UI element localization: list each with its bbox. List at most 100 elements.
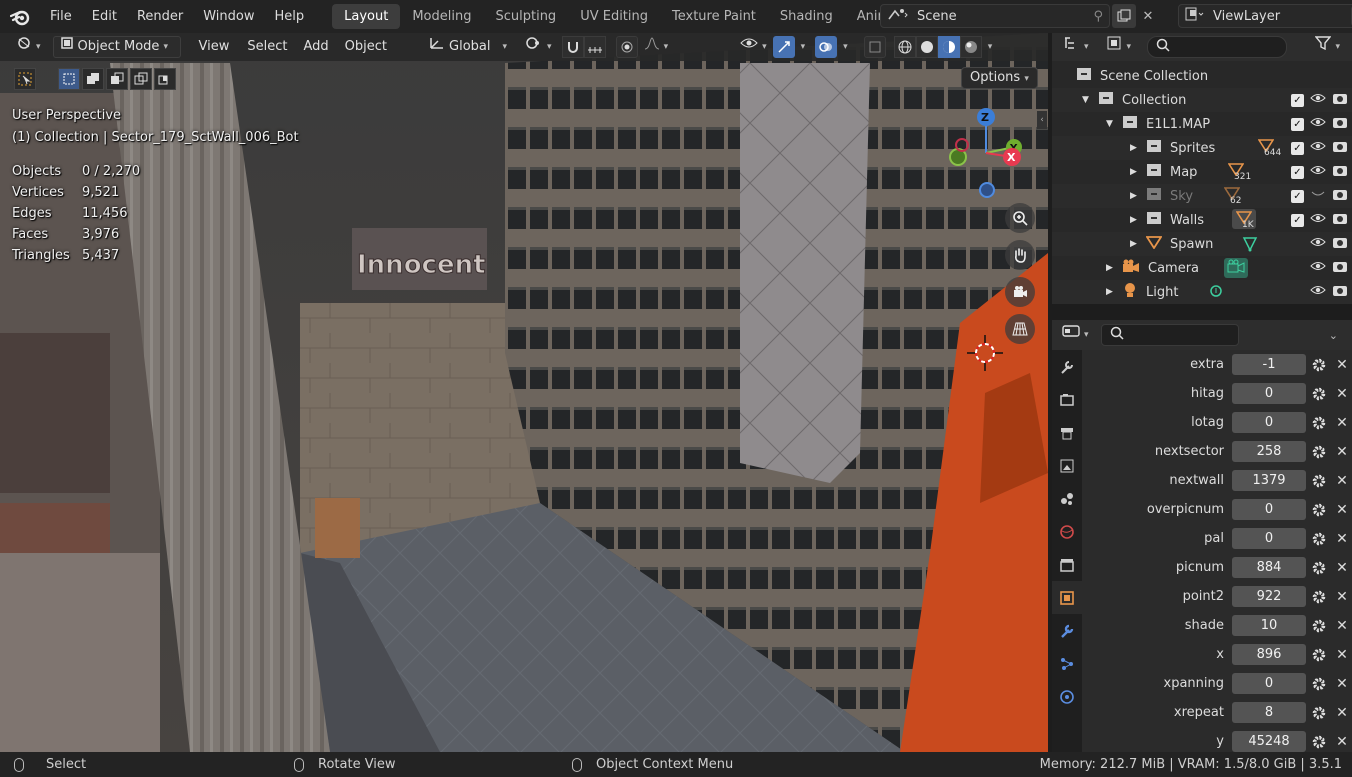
property-value-field[interactable]: 0 <box>1232 528 1306 549</box>
remove-property-icon[interactable]: ✕ <box>1332 618 1352 634</box>
select-subtract-icon[interactable] <box>106 68 128 90</box>
tool-tab-icon[interactable] <box>1052 350 1082 383</box>
tree-row-spawn[interactable]: ▶ Spawn <box>1052 232 1352 256</box>
scene-tab-icon[interactable] <box>1052 482 1082 515</box>
exclude-checkbox[interactable]: ✓ <box>1291 117 1304 131</box>
remove-property-icon[interactable]: ✕ <box>1332 444 1352 460</box>
camera-view-icon[interactable] <box>1005 277 1035 307</box>
menu-add[interactable]: Add <box>298 36 335 58</box>
property-value-field[interactable]: 884 <box>1232 557 1306 578</box>
eye-icon[interactable] <box>1310 116 1326 132</box>
gear-icon[interactable] <box>1306 357 1332 373</box>
eye-icon[interactable] <box>1310 236 1326 252</box>
physics-tab-icon[interactable] <box>1052 680 1082 713</box>
expand-arrow-icon[interactable]: ▼ <box>1106 119 1122 129</box>
gear-icon[interactable] <box>1306 444 1332 460</box>
property-value-field[interactable]: 10 <box>1232 615 1306 636</box>
3d-viewport[interactable]: Innocent ▾ Object Mode ▾ View Select Add… <box>0 33 1048 752</box>
tab-uv-editing[interactable]: UV Editing <box>568 4 660 29</box>
pivot-dropdown[interactable]: ▾ <box>519 36 558 58</box>
zoom-icon[interactable] <box>1005 203 1035 233</box>
camera-render-icon[interactable] <box>1332 259 1348 277</box>
properties-editor-type[interactable]: ▾ <box>1058 324 1093 346</box>
property-value-field[interactable]: -1 <box>1232 354 1306 375</box>
gear-icon[interactable] <box>1306 618 1332 634</box>
blender-logo-icon[interactable] <box>0 0 40 33</box>
remove-property-icon[interactable]: ✕ <box>1332 589 1352 605</box>
expand-arrow-icon[interactable]: ▶ <box>1130 167 1146 177</box>
gear-icon[interactable] <box>1306 705 1332 721</box>
expand-arrow-icon[interactable]: ▼ <box>1082 95 1098 105</box>
particles-tab-icon[interactable] <box>1052 647 1082 680</box>
eye-icon[interactable] <box>1310 92 1326 108</box>
pan-hand-icon[interactable] <box>1005 240 1035 270</box>
modifier-tab-icon[interactable] <box>1052 614 1082 647</box>
camera-render-icon[interactable] <box>1332 283 1348 301</box>
sidebar-toggle-icon[interactable]: ‹ <box>1037 111 1047 129</box>
tree-row-sprites[interactable]: ▶ Sprites 644 ✓ <box>1052 136 1352 160</box>
object-tab-icon[interactable] <box>1052 581 1082 614</box>
chevron-down-icon[interactable]: ▾ <box>982 36 999 58</box>
gear-icon[interactable] <box>1306 473 1332 489</box>
tab-modeling[interactable]: Modeling <box>400 4 483 29</box>
delete-scene-icon[interactable]: ✕ <box>1136 4 1160 28</box>
property-value-field[interactable]: 1379 <box>1232 470 1306 491</box>
remove-property-icon[interactable]: ✕ <box>1332 734 1352 750</box>
chevron-down-icon[interactable]: ⌄ <box>1329 329 1338 342</box>
navigation-gizmo[interactable]: Z Y X <box>944 105 1034 205</box>
tree-row-light[interactable]: ▶ Light <box>1052 280 1352 304</box>
camera-render-icon[interactable] <box>1332 115 1348 133</box>
expand-arrow-icon[interactable]: ▶ <box>1130 239 1146 249</box>
remove-property-icon[interactable]: ✕ <box>1332 560 1352 576</box>
property-value-field[interactable]: 0 <box>1232 412 1306 433</box>
snap-target-icon[interactable] <box>583 36 606 58</box>
select-new-icon[interactable] <box>58 68 80 90</box>
remove-property-icon[interactable]: ✕ <box>1332 473 1352 489</box>
gear-icon[interactable] <box>1306 734 1332 750</box>
gear-icon[interactable] <box>1306 531 1332 547</box>
eye-icon[interactable] <box>1310 260 1326 276</box>
gear-icon[interactable] <box>1306 386 1332 402</box>
expand-arrow-icon[interactable]: ▶ <box>1130 215 1146 225</box>
remove-property-icon[interactable]: ✕ <box>1332 502 1352 518</box>
display-mode-dropdown[interactable]: ▾ <box>1101 36 1138 58</box>
property-value-field[interactable]: 0 <box>1232 499 1306 520</box>
gear-icon[interactable] <box>1306 415 1332 431</box>
exclude-checkbox[interactable]: ✓ <box>1291 93 1304 107</box>
snap-toggle-icon[interactable] <box>561 36 584 58</box>
material-shading-icon[interactable] <box>937 36 960 58</box>
gear-icon[interactable] <box>1306 560 1332 576</box>
new-scene-icon[interactable] <box>1112 4 1136 28</box>
output-tab-icon[interactable] <box>1052 416 1082 449</box>
remove-property-icon[interactable]: ✕ <box>1332 647 1352 663</box>
tree-row-scene-collection[interactable]: Scene Collection <box>1052 64 1352 88</box>
outliner-editor-type[interactable]: ▾ <box>1058 36 1095 58</box>
menu-select[interactable]: Select <box>241 36 293 58</box>
outliner-search-input[interactable] <box>1147 36 1288 58</box>
property-value-field[interactable]: 258 <box>1232 441 1306 462</box>
gizmo-toggle-icon[interactable] <box>772 36 795 58</box>
tree-row-map[interactable]: ▶ Map 321 ✓ <box>1052 160 1352 184</box>
property-value-field[interactable]: 45248 <box>1232 731 1306 752</box>
expand-arrow-icon[interactable]: ▶ <box>1130 191 1146 201</box>
rendered-shading-icon[interactable] <box>959 36 982 58</box>
exclude-checkbox[interactable]: ✓ <box>1291 141 1304 155</box>
gear-icon[interactable] <box>1306 502 1332 518</box>
menu-help[interactable]: Help <box>265 0 315 33</box>
exclude-checkbox[interactable]: ✓ <box>1291 213 1304 227</box>
render-tab-icon[interactable] <box>1052 383 1082 416</box>
overlay-toggle-icon[interactable] <box>815 36 838 58</box>
property-value-field[interactable]: 896 <box>1232 644 1306 665</box>
eye-icon[interactable] <box>1310 164 1326 180</box>
chevron-down-icon[interactable]: ▾ <box>837 36 854 58</box>
camera-render-icon[interactable] <box>1332 163 1348 181</box>
gear-icon[interactable] <box>1306 589 1332 605</box>
select-invert-icon[interactable] <box>130 68 152 90</box>
select-extend-icon[interactable] <box>82 68 104 90</box>
menu-edit[interactable]: Edit <box>82 0 127 33</box>
remove-property-icon[interactable]: ✕ <box>1332 415 1352 431</box>
transform-orientation-dropdown[interactable]: Global ▾ <box>423 36 513 58</box>
wireframe-shading-icon[interactable] <box>893 36 916 58</box>
menu-render[interactable]: Render <box>127 0 193 33</box>
filter-dropdown[interactable]: ▾ <box>1309 36 1346 58</box>
